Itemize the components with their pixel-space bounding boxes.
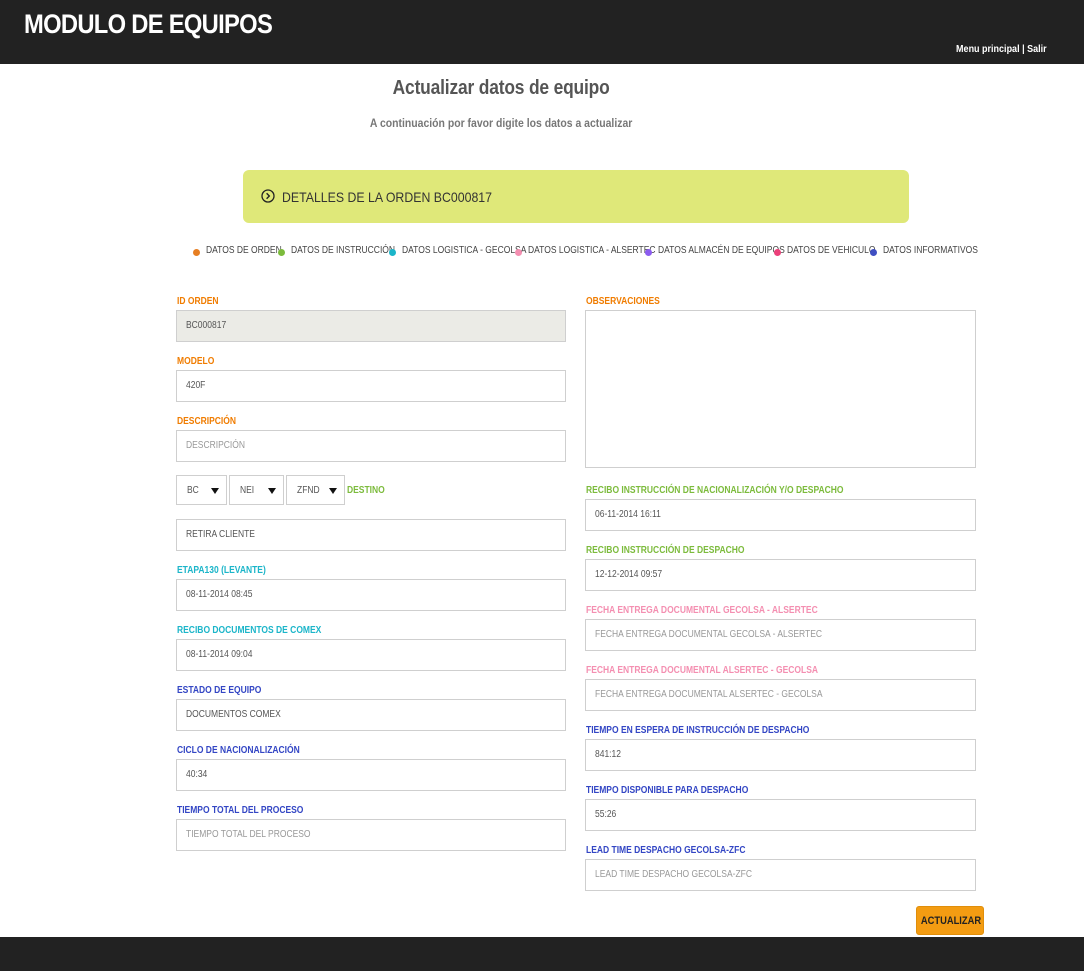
fecha-als-gec-placeholder: FECHA ENTREGA DOCUMENTAL ALSERTEC - GECO… <box>595 689 823 700</box>
legend-label: DATOS DE VEHICULO <box>787 245 876 256</box>
etapa-field[interactable]: 08-11-2014 08:45 <box>176 579 566 611</box>
tiempo-total-label: TIEMPO TOTAL DEL PROCESO <box>177 805 304 816</box>
recibo-desp-field[interactable]: 12-12-2014 09:57 <box>585 559 976 591</box>
lead-time-label: LEAD TIME DESPACHO GECOLSA-ZFC <box>586 845 746 856</box>
ciclo-label: CICLO DE NACIONALIZACIÓN <box>177 745 300 756</box>
tiempo-total-field[interactable]: TIEMPO TOTAL DEL PROCESO <box>176 819 566 851</box>
legend-dot <box>870 249 877 256</box>
etapa-value: 08-11-2014 08:45 <box>186 589 253 600</box>
recibo-desp-value: 12-12-2014 09:57 <box>595 569 663 580</box>
legend-dot <box>389 249 396 256</box>
estado-equipo-value: DOCUMENTOS COMEX <box>186 709 281 720</box>
legend-label: DATOS DE INSTRUCCIÓN <box>291 245 396 256</box>
descripcion-placeholder: DESCRIPCIÓN <box>186 440 246 451</box>
update-button[interactable]: ACTUALIZAR <box>916 906 984 935</box>
order-details-label: DETALLES DE LA ORDEN BC000817 <box>282 189 493 205</box>
legend-dot <box>774 249 781 256</box>
descripcion-field[interactable]: DESCRIPCIÓN <box>176 430 566 462</box>
select-zfnd-value: ZFND <box>297 485 320 496</box>
page-title: Actualizar datos de equipo <box>392 77 610 99</box>
select-zfnd[interactable]: ZFND <box>286 475 345 505</box>
ciclo-field[interactable]: 40:34 <box>176 759 566 791</box>
tiempo-disp-value: 55:26 <box>595 809 617 820</box>
observaciones-label: OBSERVACIONES <box>586 296 660 307</box>
chevron-circle-right-icon <box>261 189 275 203</box>
order-details-panel[interactable]: DETALLES DE LA ORDEN BC000817 <box>243 170 909 223</box>
tiempo-espera-field[interactable]: 841:12 <box>585 739 976 771</box>
legend-dot <box>645 249 652 256</box>
select-bc-value: BC <box>187 485 199 496</box>
legend-label: DATOS INFORMATIVOS <box>883 245 978 256</box>
legend-label: DATOS ALMACÉN DE EQUIPOS <box>658 245 785 256</box>
legend-dot <box>193 249 200 256</box>
fecha-als-gec-field[interactable]: FECHA ENTREGA DOCUMENTAL ALSERTEC - GECO… <box>585 679 976 711</box>
estado-equipo-field[interactable]: DOCUMENTOS COMEX <box>176 699 566 731</box>
page-subtitle: A continuación por favor digite los dato… <box>369 116 633 130</box>
recibo-nac-value: 06-11-2014 16:11 <box>595 509 661 520</box>
recibo-comex-field[interactable]: 08-11-2014 09:04 <box>176 639 566 671</box>
menu-principal-link[interactable]: Menu principal <box>956 44 1020 55</box>
destino-label: DESTINO <box>347 485 385 496</box>
fecha-gec-als-placeholder: FECHA ENTREGA DOCUMENTAL GECOLSA - ALSER… <box>595 629 823 640</box>
header-bar: MODULO DE EQUIPOS Menu principal | Salir <box>0 0 1084 64</box>
recibo-comex-label: RECIBO DOCUMENTOS DE COMEX <box>177 625 322 636</box>
id-orden-label: ID ORDEN <box>177 296 219 307</box>
lead-time-placeholder: LEAD TIME DESPACHO GECOLSA-ZFC <box>595 869 752 880</box>
top-nav: Menu principal | Salir <box>956 44 1047 55</box>
caret-down-icon <box>268 488 276 494</box>
destino-field[interactable]: RETIRA CLIENTE <box>176 519 566 551</box>
tiempo-disp-label: TIEMPO DISPONIBLE PARA DESPACHO <box>586 785 749 796</box>
legend-dot <box>515 249 522 256</box>
update-button-label: ACTUALIZAR <box>920 915 982 927</box>
etapa-label: ETAPA130 (LEVANTE) <box>177 565 266 576</box>
tiempo-disp-field[interactable]: 55:26 <box>585 799 976 831</box>
observaciones-textarea[interactable] <box>585 310 976 468</box>
lead-time-field[interactable]: LEAD TIME DESPACHO GECOLSA-ZFC <box>585 859 976 891</box>
fecha-als-gec-label: FECHA ENTREGA DOCUMENTAL ALSERTEC - GECO… <box>586 665 819 676</box>
caret-down-icon <box>211 488 219 494</box>
recibo-comex-value: 08-11-2014 09:04 <box>186 649 253 660</box>
select-nei-value: NEI <box>240 485 255 496</box>
destino-value: RETIRA CLIENTE <box>186 529 255 540</box>
legend-label: DATOS LOGISTICA - GECOLSA <box>402 245 527 256</box>
ciclo-value: 40:34 <box>186 769 208 780</box>
descripcion-label: DESCRIPCIÓN <box>177 416 237 427</box>
recibo-nac-field[interactable]: 06-11-2014 16:11 <box>585 499 976 531</box>
modelo-value: 420F <box>186 380 206 391</box>
legend-dot <box>278 249 285 256</box>
select-bc[interactable]: BC <box>176 475 227 505</box>
select-nei[interactable]: NEI <box>229 475 284 505</box>
footer-bar <box>0 937 1084 971</box>
caret-down-icon <box>329 488 337 494</box>
fecha-gec-als-label: FECHA ENTREGA DOCUMENTAL GECOLSA - ALSER… <box>586 605 818 616</box>
modelo-label: MODELO <box>177 356 215 367</box>
tiempo-total-placeholder: TIEMPO TOTAL DEL PROCESO <box>186 829 311 840</box>
recibo-nac-label: RECIBO INSTRUCCIÓN DE NACIONALIZACIÓN Y/… <box>586 485 844 496</box>
tiempo-espera-value: 841:12 <box>595 749 622 760</box>
app-title: MODULO DE EQUIPOS <box>24 9 273 39</box>
recibo-desp-label: RECIBO INSTRUCCIÓN DE DESPACHO <box>586 545 745 556</box>
logout-link[interactable]: Salir <box>1027 44 1047 55</box>
id-orden-value: BC000817 <box>186 320 227 331</box>
estado-equipo-label: ESTADO DE EQUIPO <box>177 685 262 696</box>
legend-label: DATOS DE ORDEN <box>206 245 282 256</box>
id-orden-field: BC000817 <box>176 310 566 342</box>
tiempo-espera-label: TIEMPO EN ESPERA DE INSTRUCCIÓN DE DESPA… <box>586 725 810 736</box>
fecha-gec-als-field[interactable]: FECHA ENTREGA DOCUMENTAL GECOLSA - ALSER… <box>585 619 976 651</box>
legend-label: DATOS LOGISTICA - ALSERTEC <box>528 245 656 256</box>
color-legend: DATOS DE ORDEN DATOS DE INSTRUCCIÓN DATO… <box>0 245 1084 259</box>
modelo-field[interactable]: 420F <box>176 370 566 402</box>
